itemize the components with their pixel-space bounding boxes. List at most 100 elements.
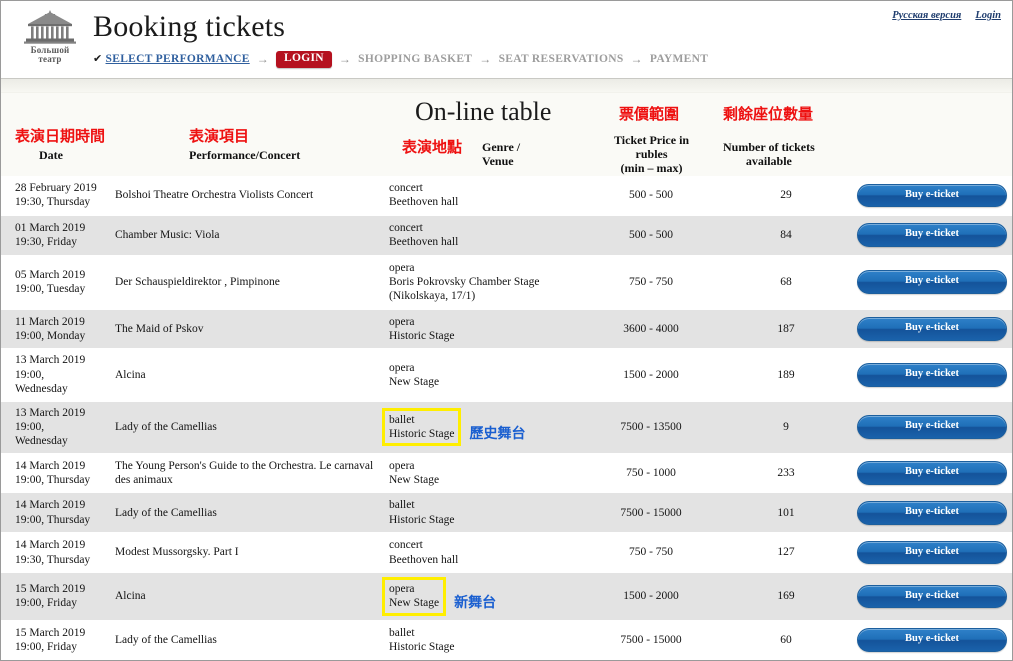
date-line: 19:00, xyxy=(15,420,45,433)
venue-text: Historic Stage xyxy=(389,641,455,653)
buy-eticket-button[interactable]: Buy e-ticket xyxy=(857,628,1007,652)
cell-price-range: 750 - 1000 xyxy=(626,466,676,479)
date-line: 28 February 2019 xyxy=(15,182,97,194)
genre-text: opera xyxy=(389,582,415,595)
breadcrumb-step-seat-reservations: SEAT RESERVATIONS xyxy=(498,53,624,66)
cell-performance: Chamber Music: Viola xyxy=(115,228,220,241)
venue-text: concert Beethoven hall xyxy=(386,180,461,211)
date-line: Wednesday xyxy=(15,435,68,448)
date-line: Wednesday xyxy=(15,383,68,396)
cell-genre-venue: ballet Historic Stage 歷史舞台 xyxy=(382,401,582,453)
date-line: 19:00, Thursday xyxy=(15,513,91,526)
cell-performance: Bolshoi Theatre Orchestra Violists Conce… xyxy=(115,189,314,202)
cell-tickets-available: 101 xyxy=(777,506,795,519)
buy-eticket-button[interactable]: Buy e-ticket xyxy=(857,540,1007,565)
table-row: 14 March 2019 19:00, Thursday Lady of the … xyxy=(1,492,1012,533)
buy-eticket-button[interactable]: Buy e-ticket xyxy=(857,501,1007,525)
venue-text: Historic Stage xyxy=(389,330,455,342)
cell-genre-venue: ballet Historic Stage xyxy=(386,493,582,533)
date-line: 13 March 2019 xyxy=(15,406,86,419)
date-line: 19:30, Thursday xyxy=(15,553,91,566)
date-line: 14 March 2019 xyxy=(15,499,86,512)
buy-eticket-button[interactable]: Buy e-ticket xyxy=(857,317,1007,341)
venue-text: concert Beethoven hall xyxy=(386,537,461,568)
date-line: 19:00, Tuesday xyxy=(15,283,86,296)
venue-text: Beethoven hall xyxy=(389,196,459,209)
cell-price-range: 7500 - 15000 xyxy=(620,506,682,519)
schedule-table: 28 February 2019 19:30, Thursday Bolshoi T… xyxy=(1,176,1012,660)
breadcrumb-step-login[interactable]: LOGIN xyxy=(276,51,332,68)
genre-text: ballet xyxy=(389,413,415,426)
cell-price-range: 1500 - 2000 xyxy=(623,590,679,603)
table-row: 13 March 2019 19:00, Wednesday Alcina opera N… xyxy=(1,348,1012,401)
table-row: 05 March 2019 19:00, Tuesday Der Schauspie… xyxy=(1,255,1012,310)
genre-text: ballet xyxy=(389,499,415,512)
page-title: Booking tickets xyxy=(93,10,286,43)
header-divider-strip xyxy=(1,79,1012,93)
cell-tickets-available: 68 xyxy=(780,275,792,288)
cell-date: 01 March 2019 19:30, Friday xyxy=(1,215,111,255)
column-header-performance: Performance/Concert xyxy=(189,148,301,162)
venue-text: Historic Stage xyxy=(389,428,455,441)
login-link[interactable]: Login xyxy=(975,10,1001,21)
breadcrumb-step-select-performance[interactable]: SELECT PERFORMANCE xyxy=(106,53,250,65)
cell-buy-action: Buy e-ticket xyxy=(852,255,1012,309)
genre-text: opera xyxy=(389,315,415,328)
buy-eticket-button[interactable]: Buy e-ticket xyxy=(857,461,1007,485)
buy-eticket-button[interactable]: Buy e-ticket xyxy=(857,270,1007,294)
cell-date: 15 March 2019 19:00, Friday xyxy=(1,620,111,660)
buy-eticket-button[interactable]: Buy e-ticket xyxy=(857,363,1007,387)
russian-version-link[interactable]: Русская версия xyxy=(892,10,961,21)
cell-genre-venue: concert Beethoven hall xyxy=(386,215,582,255)
date-line: 19:30, Friday xyxy=(15,236,77,249)
breadcrumb-step-shopping-basket: SHOPPING BASKET xyxy=(358,53,473,66)
column-annotation-venue: 表演地點 xyxy=(402,138,463,156)
venue-text: Beethoven hall xyxy=(389,236,459,249)
arrow-right-icon: → xyxy=(630,51,643,66)
date-line: 19:00, Thursday xyxy=(15,474,91,486)
schedule-table-wrapper: 28 February 2019 19:30, Thursday Bolshoi T… xyxy=(1,176,1012,660)
genre-text: opera xyxy=(389,459,415,472)
bolshoi-logo[interactable]: Большой театр xyxy=(14,9,86,65)
column-header-venue: Genre / Venue xyxy=(482,140,521,169)
date-line: 14 March 2019 xyxy=(15,459,86,472)
cell-performance: The Young Person's Guide to the Orchestr… xyxy=(115,459,374,486)
cell-date: 13 March 2019 19:00, Wednesday xyxy=(1,349,111,401)
venue-text: New Stage xyxy=(389,375,440,388)
cell-tickets-available: 169 xyxy=(777,590,795,603)
venue-text: opera New Stage xyxy=(386,458,442,489)
cell-buy-action: Buy e-ticket xyxy=(852,176,1012,215)
date-line: 19:00, Friday xyxy=(15,641,77,653)
date-line: 11 March 2019 xyxy=(15,315,85,328)
cell-price-range: 3600 - 4000 xyxy=(623,322,679,335)
venue-text: Beethoven hall xyxy=(389,553,459,566)
cell-tickets-available: 84 xyxy=(780,228,792,241)
top-right-links: Русская версия Login xyxy=(892,10,1001,21)
buy-eticket-button[interactable]: Buy e-ticket xyxy=(857,223,1007,247)
cell-performance: Modest Mussorgsky. Part I xyxy=(115,546,239,559)
date-line: 19:00, xyxy=(15,368,45,381)
cell-date: 05 March 2019 19:00, Tuesday xyxy=(1,255,111,309)
genre-text: concert xyxy=(389,539,423,552)
cell-buy-action: Buy e-ticket xyxy=(852,215,1012,255)
cell-genre-venue: opera New Stage xyxy=(386,453,582,493)
cell-genre-venue: concert Beethoven hall xyxy=(386,176,582,215)
cell-buy-action: Buy e-ticket xyxy=(852,401,1012,453)
date-line: 15 March 2019 xyxy=(15,626,86,639)
cell-genre-venue: opera Boris Pokrovsky Chamber Stage (Nikol… xyxy=(386,255,582,309)
table-row: 01 March 2019 19:30, Friday Chamber Music:… xyxy=(1,215,1012,255)
table-row: 15 March 2019 19:00, Friday Lady of the Ca… xyxy=(1,620,1012,660)
cell-genre-venue: concert Beethoven hall xyxy=(386,533,582,573)
buy-eticket-button[interactable]: Buy e-ticket xyxy=(857,183,1007,208)
check-icon: ✔ xyxy=(93,52,103,65)
cell-date: 13 March 2019 19:00, Wednesday xyxy=(1,401,111,453)
buy-eticket-button[interactable]: Buy e-ticket xyxy=(857,584,1007,608)
buy-eticket-button[interactable]: Buy e-ticket xyxy=(857,415,1007,439)
bolshoi-theatre-building-icon xyxy=(14,9,86,45)
cell-price-range: 500 - 500 xyxy=(628,228,674,241)
cell-performance: Der Schauspieldirektor , Pimpinone xyxy=(115,275,280,288)
cell-genre-venue: ballet Historic Stage xyxy=(386,620,582,660)
table-row: 15 March 2019 19:00, Friday Alcina opera New… xyxy=(1,572,1012,621)
cell-buy-action: Buy e-ticket xyxy=(852,453,1012,493)
cell-buy-action: Buy e-ticket xyxy=(852,309,1012,349)
